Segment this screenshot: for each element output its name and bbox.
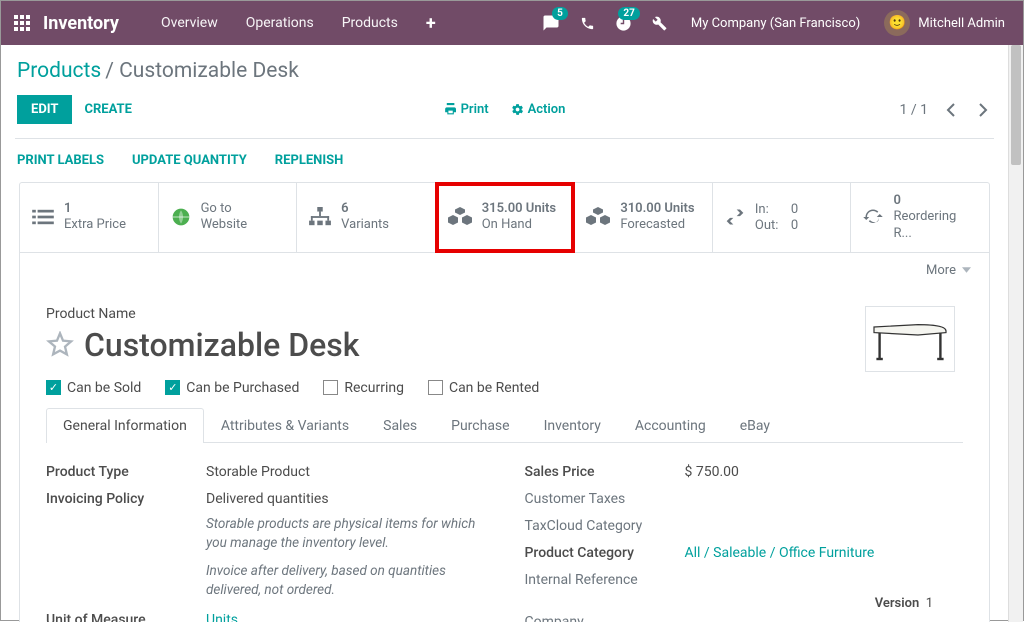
cubes-icon: [448, 207, 472, 227]
print-button[interactable]: Print: [444, 102, 489, 117]
uom-label: Unit of Measure: [46, 609, 206, 622]
company-label: Company: [525, 611, 685, 622]
help-storable: Storable products are physical items for…: [206, 515, 485, 554]
uom-value[interactable]: Units: [206, 609, 485, 622]
product-title: Customizable Desk: [84, 326, 359, 364]
stat-forecasted[interactable]: 310.00 UnitsForecasted: [574, 183, 713, 252]
tab-attributes[interactable]: Attributes & Variants: [204, 408, 366, 443]
refresh-icon: [863, 208, 883, 226]
print-labels-button[interactable]: PRINT LABELS: [17, 153, 104, 168]
stat-variants[interactable]: 6Variants: [297, 183, 436, 252]
apps-icon[interactable]: [9, 10, 35, 36]
top-nav: Inventory Overview Operations Products +…: [1, 1, 1023, 45]
product-type-value: Storable Product: [206, 461, 485, 480]
customer-taxes-label: Customer Taxes: [525, 488, 685, 507]
breadcrumb-parent[interactable]: Products: [17, 59, 101, 83]
avatar: 🙂: [884, 10, 910, 36]
wrench-icon: [652, 16, 667, 31]
tab-sales[interactable]: Sales: [366, 408, 434, 443]
product-name-label: Product Name: [46, 306, 963, 322]
scroll-thumb[interactable]: [1011, 45, 1021, 165]
can-be-purchased-checkbox[interactable]: ✓Can be Purchased: [165, 380, 299, 396]
phone-button[interactable]: [570, 1, 605, 45]
breadcrumb-current: Customizable Desk: [119, 59, 299, 83]
nav-products[interactable]: Products: [328, 15, 412, 31]
taxcloud-label: TaxCloud Category: [525, 515, 685, 534]
internal-ref-label: Internal Reference: [525, 569, 685, 588]
update-quantity-button[interactable]: UPDATE QUANTITY: [132, 153, 247, 168]
app-brand[interactable]: Inventory: [43, 13, 119, 34]
tab-inventory[interactable]: Inventory: [527, 408, 618, 443]
stat-reordering[interactable]: 0Reordering R...: [851, 183, 989, 252]
product-image[interactable]: [865, 306, 955, 372]
invoicing-policy-value: Delivered quantities: [206, 488, 485, 507]
gear-icon: [511, 103, 524, 116]
nav-overview[interactable]: Overview: [147, 15, 232, 31]
scrollbar[interactable]: [1008, 45, 1023, 622]
product-category-label: Product Category: [525, 542, 685, 561]
invoicing-policy-label: Invoicing Policy: [46, 488, 206, 507]
user-menu[interactable]: 🙂 Mitchell Admin: [874, 10, 1015, 36]
create-button[interactable]: CREATE: [84, 102, 131, 117]
chevron-left-icon: [946, 103, 956, 117]
checkbox-row: ✓Can be Sold ✓Can be Purchased Recurring…: [46, 380, 963, 396]
sitemap-icon: [309, 207, 331, 227]
edit-button[interactable]: EDIT: [17, 95, 72, 124]
favorite-star[interactable]: [46, 331, 74, 359]
sales-price-value: $ 750.00: [685, 461, 964, 480]
more-button[interactable]: More: [926, 263, 971, 278]
product-card: 1Extra Price Go toWebsite 6Variants 315.…: [19, 182, 990, 622]
toolbar: EDIT CREATE Print Action 1 / 1: [1, 89, 1008, 138]
recurring-checkbox[interactable]: Recurring: [323, 380, 404, 396]
tab-ebay[interactable]: eBay: [723, 408, 787, 443]
nav-plus-icon[interactable]: +: [412, 13, 450, 34]
list-icon: [32, 208, 54, 226]
tab-general[interactable]: General Information: [46, 408, 204, 443]
cubes-icon: [586, 207, 610, 227]
version-row: Version 1: [525, 596, 964, 611]
can-be-rented-checkbox[interactable]: Can be Rented: [428, 380, 539, 396]
tabs: General Information Attributes & Variant…: [46, 408, 963, 443]
transfer-icon: [725, 209, 745, 225]
stat-on-hand[interactable]: 315.00 UnitsOn Hand: [436, 183, 575, 252]
stat-website[interactable]: Go toWebsite: [159, 183, 298, 252]
product-type-label: Product Type: [46, 461, 206, 480]
action-button[interactable]: Action: [511, 102, 566, 117]
caret-down-icon: [962, 267, 971, 273]
star-icon: [46, 331, 74, 359]
desk-icon: [870, 315, 950, 363]
print-icon: [444, 103, 457, 116]
tab-purchase[interactable]: Purchase: [434, 408, 526, 443]
activities-button[interactable]: 27: [605, 1, 642, 45]
pager-text[interactable]: 1 / 1: [900, 102, 928, 118]
messages-badge: 5: [552, 7, 568, 20]
quick-actions: PRINT LABELS UPDATE QUANTITY REPLENISH: [1, 149, 1008, 182]
product-category-value[interactable]: All / Saleable / Office Furniture: [685, 542, 964, 561]
user-name: Mitchell Admin: [918, 16, 1005, 31]
sales-price-label: Sales Price: [525, 461, 685, 480]
stat-in-out[interactable]: In:0 Out:0: [713, 183, 852, 252]
breadcrumb: Products / Customizable Desk: [1, 45, 1008, 89]
breadcrumb-sep: /: [105, 59, 119, 83]
pager-prev[interactable]: [942, 99, 960, 121]
replenish-button[interactable]: REPLENISH: [275, 153, 344, 168]
chevron-right-icon: [978, 103, 988, 117]
activities-badge: 27: [618, 7, 639, 20]
messages-button[interactable]: 5: [532, 1, 570, 45]
globe-icon: [171, 207, 191, 227]
nav-operations[interactable]: Operations: [232, 15, 328, 31]
phone-icon: [580, 16, 595, 31]
stat-row: 1Extra Price Go toWebsite 6Variants 315.…: [20, 183, 989, 253]
can-be-sold-checkbox[interactable]: ✓Can be Sold: [46, 380, 141, 396]
debug-button[interactable]: [642, 1, 677, 45]
pager-next[interactable]: [974, 99, 992, 121]
help-invoice: Invoice after delivery, based on quantit…: [206, 562, 485, 601]
tab-accounting[interactable]: Accounting: [618, 408, 723, 443]
company-selector[interactable]: My Company (San Francisco): [677, 16, 874, 31]
stat-extra-price[interactable]: 1Extra Price: [20, 183, 159, 252]
